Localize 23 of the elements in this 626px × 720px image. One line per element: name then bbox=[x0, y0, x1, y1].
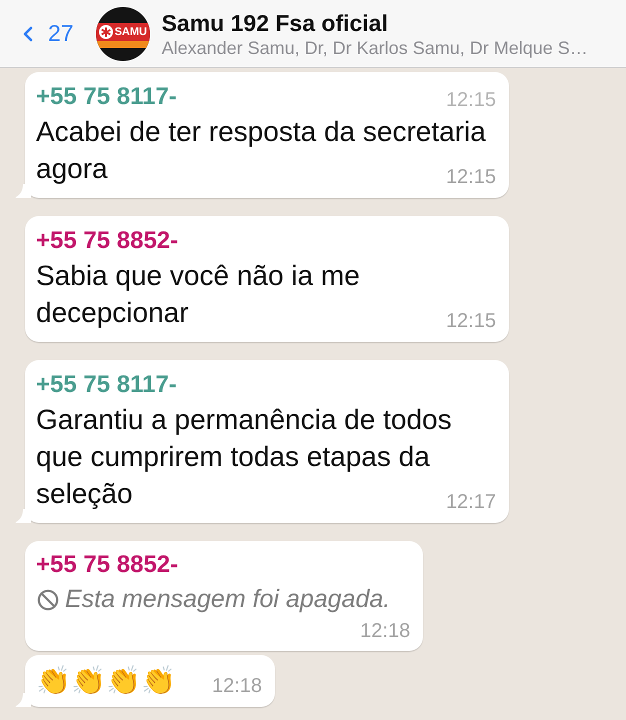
chat-title: Samu 192 Fsa oficial bbox=[162, 8, 389, 36]
message-text: Acabei de ter resposta da secretaria agora 12:15 bbox=[36, 115, 496, 189]
sender-number: +55 75 8852- bbox=[36, 550, 178, 580]
message-text: Sabia que você não ia me decepcionar 12:15 bbox=[36, 259, 496, 333]
deleted-icon bbox=[37, 588, 59, 610]
logo-text: SAMU bbox=[114, 26, 147, 38]
star-of-life-icon bbox=[98, 25, 113, 39]
sender-number: +55 75 8117- bbox=[36, 82, 177, 112]
message-time: 12:17 bbox=[446, 490, 496, 514]
message-text: Garantiu a permanência de todos que cumprirem todas etapas da seleção 12:17 bbox=[36, 403, 496, 514]
message-time: 12:18 bbox=[212, 674, 262, 698]
message-time: 12:18 bbox=[360, 619, 410, 643]
chat-members: Alexander Samu, Dr, Dr Karlos Samu, Dr Melque S… bbox=[162, 36, 588, 58]
message-time: 12:15 bbox=[446, 309, 496, 333]
message-time: 12:15 bbox=[446, 165, 496, 189]
logo-stripe bbox=[96, 41, 150, 48]
sender-number: +55 75 8852- bbox=[36, 226, 178, 256]
group-avatar[interactable]: SAMU bbox=[96, 6, 150, 60]
sender-number: +55 75 8117- bbox=[36, 370, 177, 400]
emoji-text: 👏👏👏👏 bbox=[36, 664, 176, 698]
deleted-message-text: Esta mensagem foi apagada. bbox=[65, 584, 390, 615]
faded-time: 12:15 bbox=[446, 88, 496, 112]
back-button[interactable]: 27 bbox=[16, 16, 74, 50]
